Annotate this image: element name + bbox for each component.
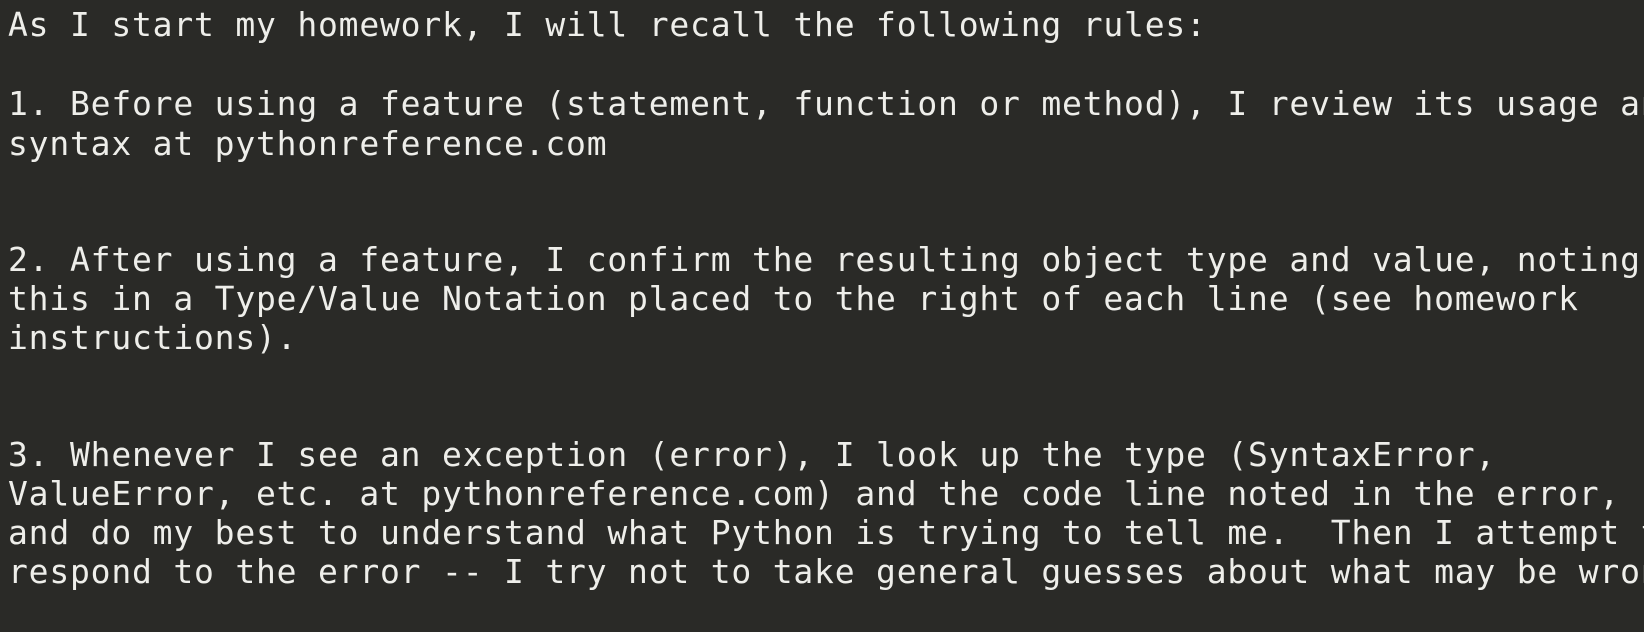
rule-2-line-3: instructions). — [8, 318, 298, 357]
intro-line: As I start my homework, I will recall th… — [8, 5, 1207, 44]
rule-3-line-1: 3. Whenever I see an exception (error), … — [8, 435, 1497, 474]
rule-2-line-1: 2. After using a feature, I confirm the … — [8, 240, 1641, 279]
rule-3-line-3: and do my best to understand what Python… — [8, 513, 1644, 552]
rule-1-line-2: syntax at pythonreference.com — [8, 124, 608, 163]
rule-3-line-4: respond to the error -- I try not to tak… — [8, 552, 1644, 591]
rule-3-line-2: ValueError, etc. at pythonreference.com)… — [8, 474, 1621, 513]
rule-2-line-2: this in a Type/Value Notation placed to … — [8, 279, 1579, 318]
rule-1-line-1: 1. Before using a feature (statement, fu… — [8, 84, 1644, 123]
terminal-window: As I start my homework, I will recall th… — [0, 0, 1644, 632]
